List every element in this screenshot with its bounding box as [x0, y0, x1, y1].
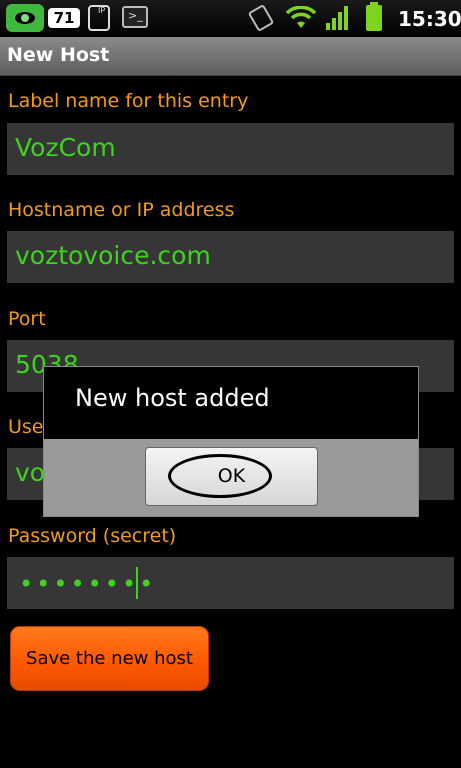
ok-button[interactable]: OK [145, 447, 318, 506]
ok-button-label: OK [217, 465, 246, 487]
battery-icon [366, 2, 382, 31]
wifi-icon [286, 6, 316, 28]
terminal-icon: >_ [122, 6, 148, 28]
dialog-message: New host added [75, 384, 270, 412]
username-value: vo [15, 458, 46, 487]
password-label: Password (secret) [8, 525, 177, 547]
text-cursor [136, 567, 138, 599]
sip-phone-label: IP [98, 6, 106, 15]
port-label: Port [8, 308, 46, 330]
title-bar: New Host [0, 37, 461, 76]
clock: 15:30 [398, 7, 461, 31]
notification-badge-icon: 71 [48, 8, 80, 28]
host-added-dialog: New host added OK [43, 366, 419, 517]
password-field[interactable]: •••••••• [7, 557, 454, 609]
hostname-field[interactable]: voztovoice.com [7, 231, 454, 283]
page-title: New Host [7, 44, 110, 66]
label-name-value: VozCom [15, 133, 116, 162]
eye-app-icon [6, 4, 44, 32]
status-bar: 71 IP >_ 15:30 [0, 0, 461, 37]
label-name-field[interactable]: VozCom [7, 123, 454, 175]
terminal-glyph: >_ [128, 9, 143, 22]
signal-icon [326, 6, 350, 30]
hostname-label: Hostname or IP address [8, 199, 235, 221]
dialog-footer: OK [44, 439, 418, 516]
sip-phone-icon: IP [88, 5, 110, 31]
vibrate-icon [247, 3, 275, 33]
hostname-value: voztovoice.com [15, 241, 211, 270]
label-name-label: Label name for this entry [8, 90, 249, 112]
save-host-button[interactable]: Save the new host [10, 626, 209, 691]
